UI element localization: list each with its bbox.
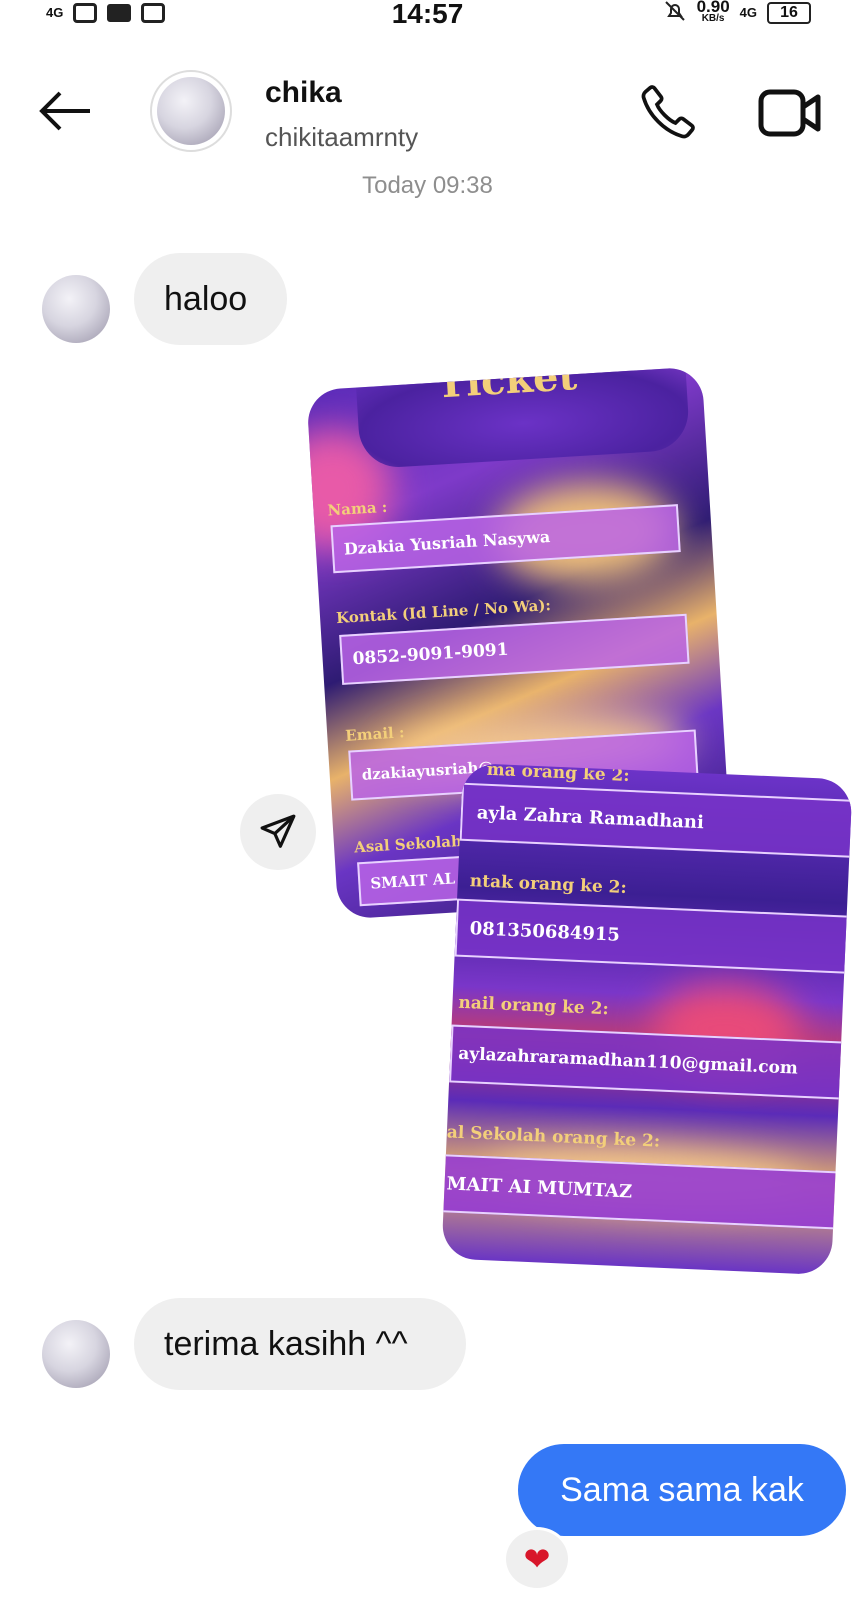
message-text: Sama sama kak [560, 1470, 804, 1509]
ticket-label: nail orang ke 2: [458, 992, 610, 1020]
video-call-button[interactable] [758, 86, 822, 140]
message-reaction[interactable]: ❤ [503, 1527, 571, 1591]
heart-icon: ❤ [523, 1541, 551, 1577]
contact-name[interactable]: chika [265, 76, 342, 110]
ticket-label: Asal Sekolah: [353, 831, 468, 857]
video-camera-icon [758, 89, 821, 137]
ticket-field: 081350684915 [454, 898, 853, 974]
ticket-label: Nama : [327, 497, 388, 520]
message-bubble-outgoing[interactable]: Sama sama kak [518, 1444, 846, 1536]
mute-icon [663, 0, 687, 28]
sender-avatar[interactable] [42, 275, 110, 343]
chat-timestamp: Today 09:38 [362, 172, 493, 199]
ticket-field: ayla Zahra Ramadhani [459, 782, 853, 859]
ticket-label: Kontak (Id Line / No Wa): [335, 596, 552, 628]
message-bubble[interactable]: haloo [134, 253, 287, 345]
ticket-field: MAIT AI MUMTAZ [441, 1154, 846, 1230]
chat-header: chika chikitaamrnty [0, 60, 855, 160]
sender-avatar[interactable] [42, 1320, 110, 1388]
arrow-left-icon [39, 91, 90, 131]
forward-button[interactable] [240, 794, 316, 870]
ticket-label: Email : [344, 723, 405, 745]
ticket-label: al Sekolah orang ke 2: [446, 1122, 661, 1152]
voice-call-button[interactable] [638, 82, 698, 142]
message-text: terima kasihh ^^ [164, 1324, 408, 1363]
status-bar: 4G 14:57 0.90 KB/s 4G 16 [0, 0, 855, 32]
send-icon [260, 814, 296, 848]
battery-indicator: 16 [767, 2, 811, 24]
ticket-label: ntak orang ke 2: [469, 871, 628, 898]
speed-unit: KB/s [701, 13, 725, 24]
shared-image-ticket-2[interactable]: ma orang ke 2: ayla Zahra Ramadhani ntak… [441, 762, 853, 1276]
network-speed: 0.90 KB/s [697, 0, 730, 25]
contact-handle[interactable]: chikitaamrnty [265, 122, 418, 153]
ticket-field: 0852-9091-9091 [339, 613, 690, 685]
status-bar-right: 0.90 KB/s 4G 16 [663, 0, 811, 26]
phone-icon [641, 85, 695, 139]
contact-avatar[interactable] [150, 70, 232, 152]
message-bubble[interactable]: terima kasihh ^^ [134, 1298, 466, 1390]
network-indicator-right: 4G [739, 5, 757, 20]
message-text: haloo [164, 279, 248, 318]
back-button[interactable] [34, 86, 94, 136]
